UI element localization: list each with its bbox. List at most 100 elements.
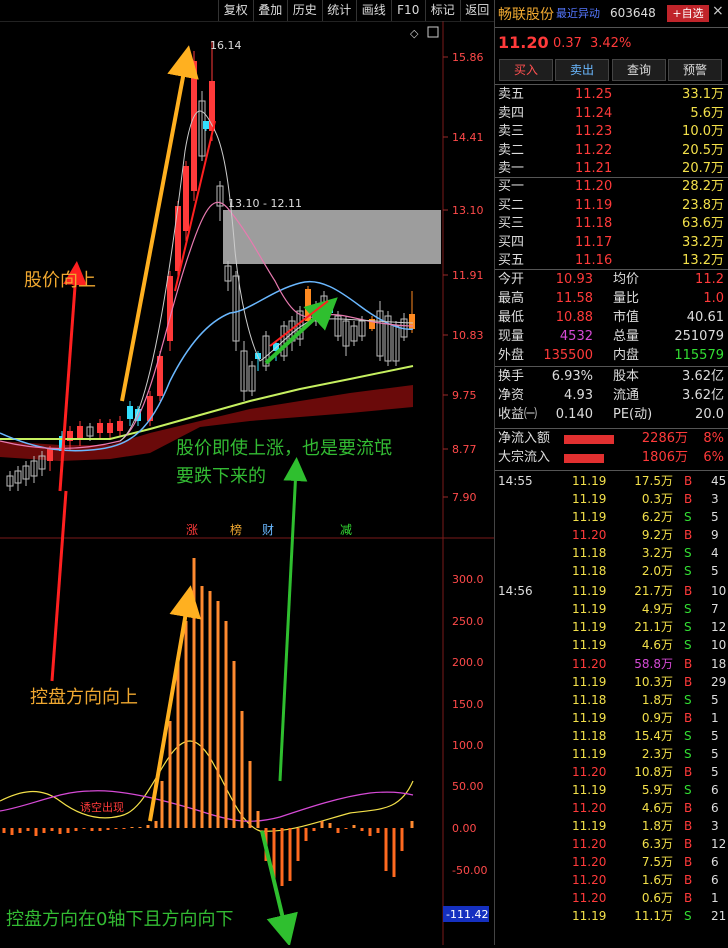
tick-volume: 2.0万: [641, 564, 673, 579]
tick-row[interactable]: 11.20 4.6万 B 6: [495, 799, 728, 817]
order-volume: 28.2万: [682, 179, 724, 194]
sell-order-row[interactable]: 卖二 11.22 20.5万: [495, 142, 728, 160]
sell-order-row[interactable]: 卖三 11.23 10.0万: [495, 123, 728, 141]
buy-button[interactable]: 买入: [499, 59, 553, 81]
tick-row[interactable]: 11.19 5.9万 S 6: [495, 781, 728, 799]
tick-row[interactable]: 11.19 4.9万 S 7: [495, 600, 728, 618]
stock-name[interactable]: 畅联股份: [498, 4, 554, 24]
toolbar-back-button[interactable]: 返回: [459, 0, 495, 21]
flow-label: 净流入额: [498, 431, 551, 446]
toolbar-draw-button[interactable]: 画线: [356, 0, 391, 21]
tick-side: B: [684, 855, 693, 870]
candle-body: [183, 166, 189, 231]
tick-row[interactable]: 11.19 11.1万 S 21: [495, 907, 728, 925]
toolbar-stats-button[interactable]: 统计: [321, 0, 357, 21]
tick-price: 11.19: [572, 620, 607, 635]
order-volume: 13.2万: [682, 253, 724, 268]
tick-price: 11.18: [572, 728, 607, 743]
tick-row[interactable]: 11.20 7.5万 B 6: [495, 853, 728, 871]
close-icon[interactable]: ×: [712, 3, 724, 19]
tick-row[interactable]: 11.20 6.3万 B 12: [495, 835, 728, 853]
order-price: 11.25: [575, 87, 613, 102]
toolbar-overlay-button[interactable]: 叠加: [252, 0, 288, 21]
flow-value: 1806万: [641, 450, 688, 465]
order-price: 11.18: [575, 216, 613, 231]
tick-count: 45: [711, 474, 727, 488]
buy-order-row[interactable]: 买一 11.20 28.2万: [495, 178, 728, 196]
indicator-axis-label: -50.00: [452, 864, 487, 877]
tick-row[interactable]: 11.19 6.2万 S 5: [495, 508, 728, 526]
max-price-label: 16.14: [210, 39, 242, 52]
quote-value: 11.58: [555, 291, 593, 306]
order-label: 卖三: [498, 124, 525, 139]
quote-row: 最高 11.58 量比 1.0: [495, 290, 728, 308]
tick-row[interactable]: 11.19 2.3万 S 5: [495, 745, 728, 763]
sell-order-row[interactable]: 卖五 11.25 33.1万: [495, 86, 728, 104]
chart-area[interactable]: 15.86 14.41 13.10 11.91 10.83 9.75 8.77 7.90 30…: [0, 20, 494, 947]
stat-value: 4.93: [564, 388, 593, 403]
sell-order-row[interactable]: 卖四 11.24 5.6万: [495, 105, 728, 123]
quote-label: 市值: [613, 310, 640, 325]
tick-side: S: [684, 546, 692, 561]
annotation-fall-down: 要跌下来的: [176, 466, 266, 487]
quote-value: 40.61: [686, 310, 724, 325]
tick-row[interactable]: 11.18 2.0万 S 5: [495, 562, 728, 580]
tick-row[interactable]: 14:55 11.19 17.5万 B 45: [495, 472, 728, 490]
sell-button[interactable]: 卖出: [555, 59, 609, 81]
tick-row[interactable]: 11.19 10.3万 B 29: [495, 673, 728, 691]
tick-row[interactable]: 11.20 58.8万 B 18: [495, 655, 728, 673]
tick-price: 11.19: [572, 818, 607, 833]
tick-price: 11.19: [572, 710, 607, 725]
order-label: 买四: [498, 234, 525, 250]
buy-order-row[interactable]: 买二 11.19 23.8万: [495, 197, 728, 215]
quote-value: 115579: [674, 348, 724, 363]
tick-row[interactable]: 11.20 9.2万 B 9: [495, 526, 728, 544]
indicator-axis-label: 150.0: [452, 698, 484, 711]
tick-row[interactable]: 11.20 1.6万 B 6: [495, 871, 728, 889]
toolbar-f10-button[interactable]: F10: [390, 0, 426, 21]
tick-row[interactable]: 11.20 10.8万 B 5: [495, 763, 728, 781]
tick-volume: 11.1万: [634, 909, 673, 924]
buy-order-row[interactable]: 买五 11.16 13.2万: [495, 252, 728, 270]
recent-activity-link[interactable]: 最近异动: [556, 5, 600, 21]
tick-row[interactable]: 11.18 15.4万 S 5: [495, 727, 728, 745]
tick-row[interactable]: 11.19 21.1万 S 12: [495, 618, 728, 636]
tick-row[interactable]: 11.18 3.2万 S 4: [495, 544, 728, 562]
quote-label: 内盘: [613, 348, 640, 363]
alert-button[interactable]: 预警: [668, 59, 722, 81]
buy-order-row[interactable]: 买四 11.17 33.2万: [495, 234, 728, 252]
tick-row[interactable]: 11.19 0.9万 B 1: [495, 709, 728, 727]
tick-side: S: [684, 602, 692, 617]
fund-flow-row: 净流入额 2286万 8%: [495, 430, 728, 448]
tick-row[interactable]: 11.19 1.8万 B 3: [495, 817, 728, 835]
sell-order-row[interactable]: 卖一 11.21 20.7万: [495, 160, 728, 178]
order-price: 11.16: [575, 253, 613, 268]
buy-order-row[interactable]: 买三 11.18 63.6万: [495, 215, 728, 233]
tick-volume: 1.6万: [641, 873, 673, 888]
tick-row[interactable]: 11.19 4.6万 S 10: [495, 636, 728, 654]
toolbar-history-button[interactable]: 历史: [287, 0, 322, 21]
toolbar-fuquan-button[interactable]: 复权: [218, 0, 253, 21]
indicator-axis-label: 300.0: [452, 573, 484, 586]
tick-count: 5: [711, 728, 719, 743]
tick-row[interactable]: 11.20 0.6万 B 1: [495, 889, 728, 907]
tick-row[interactable]: 14:56 11.19 21.7万 B 10: [495, 582, 728, 600]
annotation-price-up: 股价向上: [24, 270, 96, 291]
tick-side: S: [684, 638, 692, 653]
stat-value: 20.0: [695, 407, 724, 422]
order-volume: 63.6万: [682, 216, 724, 231]
ind-value: -111.42: [446, 908, 488, 921]
tick-volume: 10.8万: [634, 764, 673, 779]
quote-panel: 畅联股份 最近异动 603648 +自选 × 11.20 0.37 3.42% …: [495, 0, 728, 945]
tick-volume: 1.8万: [641, 818, 673, 833]
tick-row[interactable]: 11.18 1.8万 S 5: [495, 691, 728, 709]
query-button[interactable]: 查询: [612, 59, 666, 81]
tick-price: 11.20: [572, 891, 607, 906]
toolbar-mark-button[interactable]: 标记: [425, 0, 460, 21]
tick-price: 11.20: [572, 800, 607, 815]
tick-side: S: [684, 746, 692, 761]
tick-side: S: [684, 782, 692, 797]
tick-row[interactable]: 11.19 0.3万 B 3: [495, 490, 728, 508]
tick-side: B: [684, 873, 693, 888]
add-watchlist-button[interactable]: +自选: [667, 5, 709, 22]
